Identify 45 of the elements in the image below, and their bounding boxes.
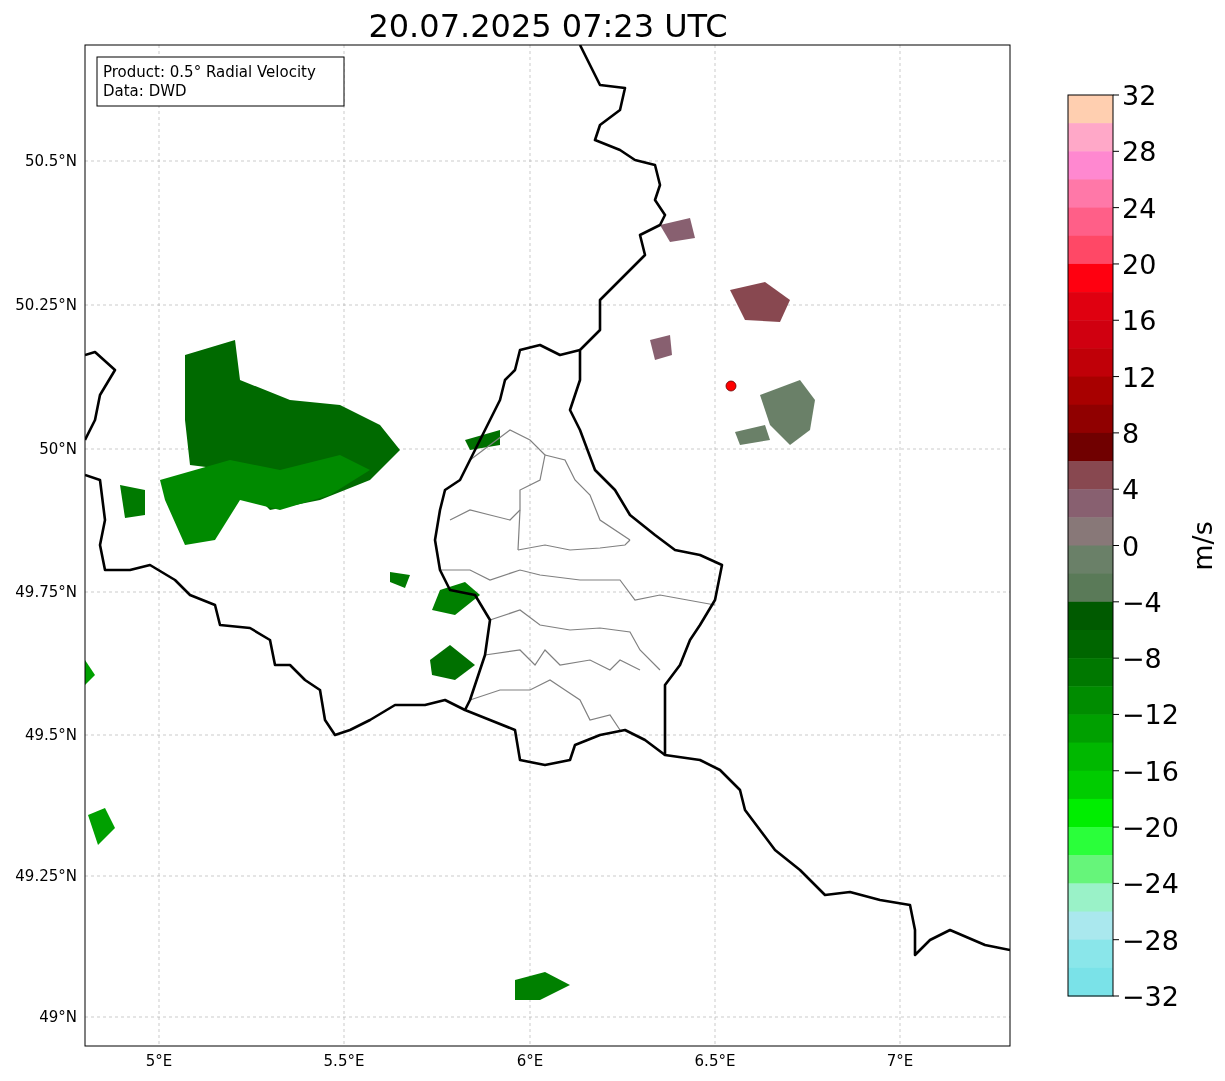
axis-tick-label: 6°E bbox=[516, 1052, 544, 1070]
colorbar-tick-label: 4 bbox=[1122, 474, 1140, 506]
axis-tick-label: 6.5°E bbox=[694, 1052, 736, 1070]
axis-tick-label: 49.75°N bbox=[15, 583, 77, 601]
radar-echo bbox=[430, 645, 475, 680]
colorbar-tick-label: −32 bbox=[1122, 981, 1179, 1012]
axis-tick-label: 50°N bbox=[39, 440, 77, 458]
colorbar-tick-label: −20 bbox=[1122, 812, 1179, 844]
colorbar-tick-label: −4 bbox=[1122, 586, 1162, 618]
colorbar-tick-label: 28 bbox=[1122, 136, 1157, 168]
radar-echo bbox=[515, 972, 570, 1000]
radar-echo bbox=[88, 808, 115, 845]
radar-echo bbox=[730, 282, 790, 322]
colorbar-tick-label: 20 bbox=[1122, 248, 1157, 280]
radar-echo bbox=[85, 660, 95, 685]
colorbar-tick-label: −24 bbox=[1122, 868, 1179, 900]
colorbar-tick-label: 16 bbox=[1122, 305, 1157, 337]
colorbar-tick-label: −28 bbox=[1122, 924, 1179, 956]
colorbar-tick-label: 24 bbox=[1122, 192, 1157, 224]
radar-echo bbox=[432, 582, 480, 615]
axis-tick-label: 7°E bbox=[886, 1052, 914, 1070]
colorbar-tick-label: 32 bbox=[1122, 80, 1157, 111]
radar-echo bbox=[465, 430, 500, 450]
axis-tick-label: 49°N bbox=[39, 1008, 77, 1026]
info-text: Product: 0.5° Radial Velocity bbox=[103, 63, 316, 81]
colorbar-label: m/s bbox=[1187, 521, 1218, 571]
colorbar-tick-label: −8 bbox=[1122, 643, 1162, 675]
radar-echo bbox=[390, 572, 410, 588]
colorbar-tick-label: 8 bbox=[1122, 417, 1140, 449]
axis-tick-label: 49.5°N bbox=[24, 726, 77, 744]
axis-tick-label: 5°E bbox=[145, 1052, 173, 1070]
radar-site-marker bbox=[725, 380, 737, 392]
axis-tick-label: 50.25°N bbox=[15, 296, 77, 314]
colorbar-tick-label: −16 bbox=[1122, 755, 1179, 787]
axis-tick-label: 49.25°N bbox=[15, 867, 77, 885]
colorbar-tick-label: 12 bbox=[1122, 361, 1157, 393]
colorbar-tick-label: −12 bbox=[1122, 699, 1179, 731]
radar-echo bbox=[650, 335, 672, 360]
radar-echo bbox=[120, 485, 145, 518]
axis-tick-label: 5.5°E bbox=[323, 1052, 365, 1070]
colorbar-tick-label: 0 bbox=[1122, 530, 1140, 562]
chart-title: 20.07.2025 07:23 UTC bbox=[368, 7, 728, 45]
info-text: Data: DWD bbox=[103, 82, 187, 100]
axis-tick-label: 50.5°N bbox=[24, 152, 77, 170]
radar-echo bbox=[660, 218, 695, 242]
